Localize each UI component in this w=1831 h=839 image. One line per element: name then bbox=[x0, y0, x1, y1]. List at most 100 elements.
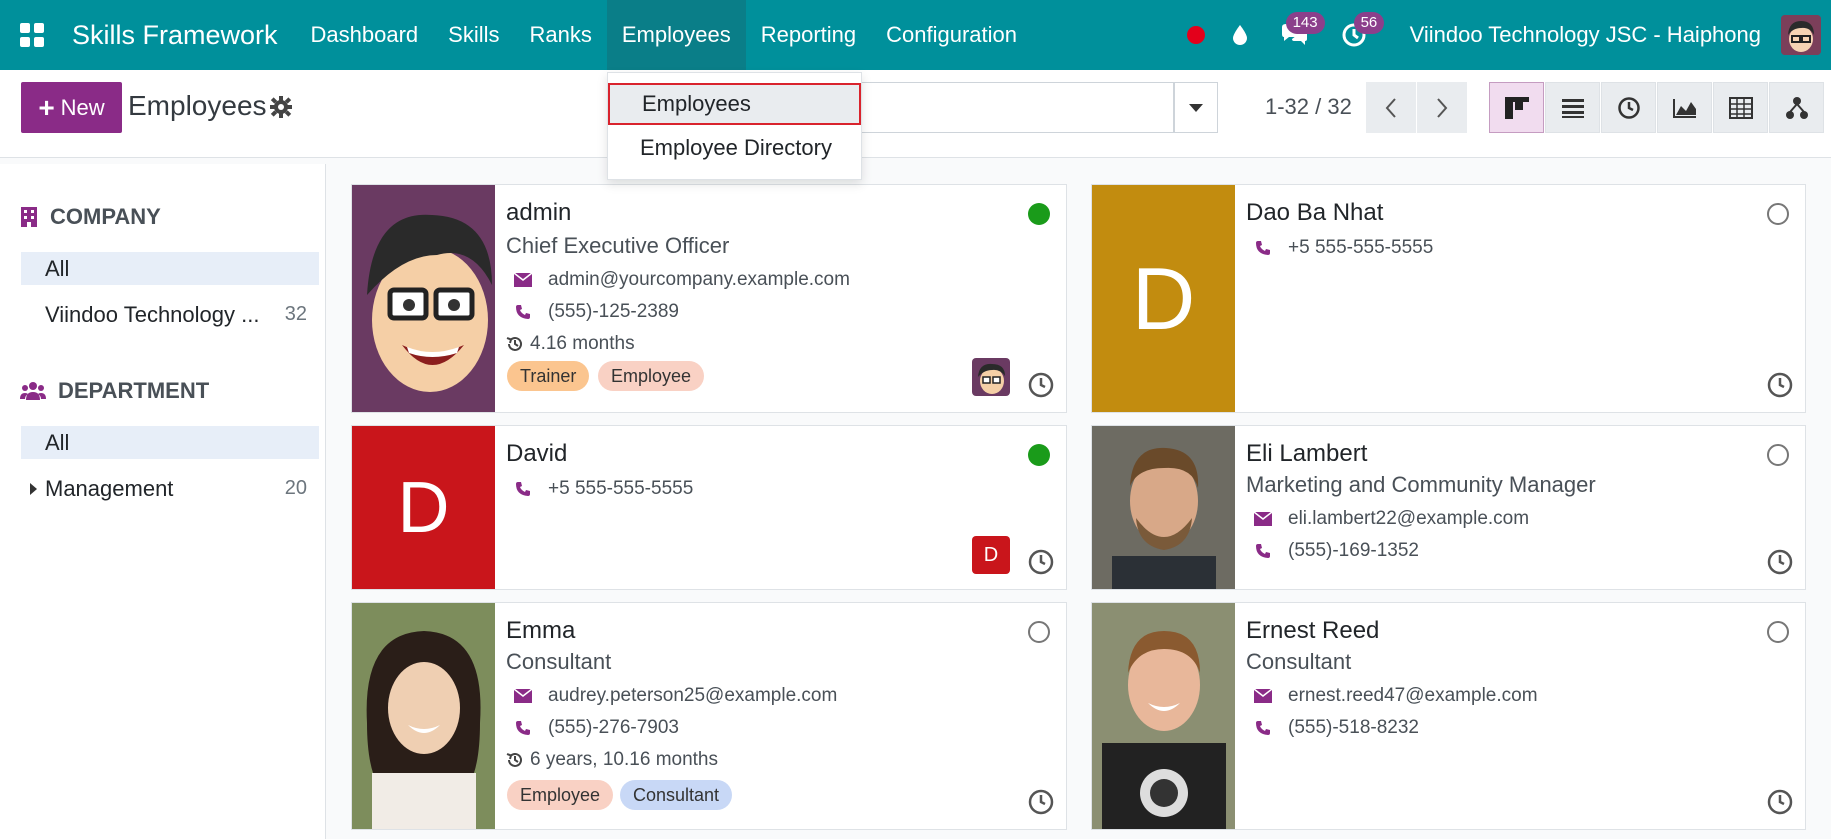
gear-icon[interactable] bbox=[268, 94, 294, 120]
drop-icon[interactable] bbox=[1218, 0, 1262, 70]
activity-clock-icon[interactable] bbox=[1767, 372, 1793, 398]
employee-card-emma[interactable]: Emma Consultant audrey.peterson25@exampl… bbox=[351, 602, 1067, 830]
activity-view-button[interactable] bbox=[1601, 82, 1656, 133]
presence-online-icon bbox=[1028, 203, 1050, 225]
menu-reporting[interactable]: Reporting bbox=[746, 0, 871, 70]
chevron-down-icon bbox=[1189, 103, 1203, 112]
manager-avatar[interactable] bbox=[972, 358, 1010, 396]
menu-dashboard[interactable]: Dashboard bbox=[296, 0, 434, 70]
employee-phone[interactable]: (555)-169-1352 bbox=[1288, 540, 1419, 562]
tag-trainer: Trainer bbox=[507, 361, 590, 391]
building-icon bbox=[21, 207, 37, 227]
pager-value[interactable]: 1-32 / 32 bbox=[1265, 94, 1352, 120]
employee-name: Dao Ba Nhat bbox=[1246, 199, 1384, 226]
employee-job-title: Consultant bbox=[1246, 649, 1352, 674]
employee-phone[interactable]: (555)-125-2389 bbox=[548, 301, 679, 323]
kanban-view-button[interactable] bbox=[1489, 82, 1544, 133]
list-view-button[interactable] bbox=[1545, 82, 1600, 133]
company-item-viindoo-count: 32 bbox=[284, 303, 307, 325]
dropdown-item-employees[interactable]: Employees bbox=[608, 83, 861, 125]
activity-clock-icon[interactable] bbox=[1028, 789, 1054, 815]
employee-phone-line: (555)-276-7903 bbox=[506, 717, 679, 739]
caret-right-icon[interactable] bbox=[30, 482, 37, 495]
employee-phone[interactable]: (555)-276-7903 bbox=[548, 717, 679, 739]
app-brand[interactable]: Skills Framework bbox=[72, 20, 278, 51]
company-item-viindoo-label: Viindoo Technology ... bbox=[45, 301, 260, 327]
activity-clock-icon[interactable] bbox=[1028, 372, 1054, 398]
pager-previous-button[interactable] bbox=[1366, 82, 1416, 133]
employee-email[interactable]: eli.lambert22@example.com bbox=[1288, 508, 1529, 530]
menu-configuration[interactable]: Configuration bbox=[871, 0, 1032, 70]
area-chart-icon bbox=[1672, 98, 1696, 118]
department-item-management[interactable]: Management 20 bbox=[21, 472, 319, 505]
employee-card-dao-ba-nhat[interactable]: D Dao Ba Nhat +5 555-555-5555 bbox=[1091, 184, 1806, 413]
history-icon bbox=[506, 335, 524, 353]
chevron-right-icon bbox=[1437, 97, 1448, 118]
employee-name: David bbox=[506, 440, 568, 467]
company-item-all[interactable]: All bbox=[21, 252, 319, 285]
dropdown-item-employee-directory[interactable]: Employee Directory bbox=[608, 127, 863, 169]
employee-photo bbox=[1092, 603, 1235, 829]
employee-card-admin[interactable]: admin Chief Executive Officer admin@your… bbox=[351, 184, 1067, 413]
menu-skills[interactable]: Skills bbox=[433, 0, 514, 70]
employee-name: admin bbox=[506, 199, 572, 226]
employee-photo: D bbox=[1092, 185, 1235, 412]
search-input[interactable] bbox=[862, 82, 1174, 133]
employee-job-title: Chief Executive Officer bbox=[506, 233, 730, 258]
employee-phone[interactable]: +5 555-555-5555 bbox=[1288, 237, 1433, 259]
company-header-label: COMPANY bbox=[50, 204, 161, 229]
activity-clock-icon[interactable] bbox=[1767, 789, 1793, 815]
control-panel: + New Employees 1-32 / 32 bbox=[0, 70, 1831, 158]
graph-view-button[interactable] bbox=[1657, 82, 1712, 133]
presence-offline-icon bbox=[1028, 621, 1050, 643]
company-switcher[interactable]: Viindoo Technology JSC - Haiphong bbox=[1410, 22, 1761, 48]
employee-email[interactable]: audrey.peterson25@example.com bbox=[548, 685, 837, 707]
user-avatar[interactable] bbox=[1781, 15, 1821, 55]
employee-photo bbox=[352, 603, 495, 829]
department-item-all[interactable]: All bbox=[21, 426, 319, 459]
envelope-icon bbox=[1252, 689, 1274, 703]
hierarchy-icon bbox=[1785, 96, 1808, 119]
employee-phone[interactable]: (555)-518-8232 bbox=[1288, 717, 1419, 739]
messages-icon[interactable]: 143 bbox=[1262, 0, 1326, 70]
employee-seniority: 6 years, 10.16 months bbox=[530, 749, 718, 770]
company-item-viindoo[interactable]: Viindoo Technology ... 32 bbox=[21, 298, 319, 331]
recording-icon[interactable] bbox=[1174, 0, 1218, 70]
phone-icon bbox=[1252, 543, 1274, 559]
employee-seniority: 4.16 months bbox=[530, 333, 635, 354]
employee-email-line: eli.lambert22@example.com bbox=[1246, 508, 1529, 530]
hierarchy-view-button[interactable] bbox=[1769, 82, 1824, 133]
employee-email-line: ernest.reed47@example.com bbox=[1246, 685, 1538, 707]
pivot-view-button[interactable] bbox=[1713, 82, 1768, 133]
employee-card-eli-lambert[interactable]: Eli Lambert Marketing and Community Mana… bbox=[1091, 425, 1806, 590]
menu-employees[interactable]: Employees bbox=[606, 0, 746, 70]
activity-badge: 56 bbox=[1353, 12, 1385, 34]
menu-ranks[interactable]: Ranks bbox=[515, 0, 607, 70]
employee-email[interactable]: ernest.reed47@example.com bbox=[1288, 685, 1538, 707]
users-icon bbox=[20, 382, 46, 400]
new-button[interactable]: + New bbox=[21, 82, 122, 133]
top-navbar: Skills Framework Dashboard Skills Ranks … bbox=[0, 0, 1831, 70]
app-menu-icon[interactable] bbox=[0, 0, 64, 70]
employee-card-david[interactable]: D David +5 555-555-5555 D bbox=[351, 425, 1067, 590]
tag-employee: Employee bbox=[507, 780, 614, 810]
activity-clock-icon[interactable] bbox=[1028, 549, 1054, 575]
activity-icon[interactable]: 56 bbox=[1326, 0, 1385, 70]
employee-phone[interactable]: +5 555-555-5555 bbox=[548, 478, 693, 500]
activity-clock-icon[interactable] bbox=[1767, 549, 1793, 575]
chevron-left-icon bbox=[1385, 97, 1396, 118]
pager-next-button[interactable] bbox=[1417, 82, 1467, 133]
manager-avatar[interactable]: D bbox=[972, 536, 1010, 574]
employee-email[interactable]: admin@yourcompany.example.com bbox=[548, 269, 850, 291]
employee-photo: D bbox=[352, 426, 495, 589]
search-options-toggle[interactable] bbox=[1174, 82, 1218, 133]
search-panel: COMPANY All Viindoo Technology ... 32 DE… bbox=[0, 164, 326, 839]
presence-offline-icon bbox=[1767, 203, 1789, 225]
page-title[interactable]: Employees bbox=[128, 90, 267, 122]
company-header: COMPANY bbox=[20, 204, 161, 230]
employee-card-ernest-reed[interactable]: Ernest Reed Consultant ernest.reed47@exa… bbox=[1091, 602, 1806, 830]
list-icon bbox=[1561, 98, 1584, 118]
employee-name: Emma bbox=[506, 617, 576, 644]
employee-phone-line: +5 555-555-5555 bbox=[1246, 237, 1433, 259]
department-item-all-label: All bbox=[45, 429, 70, 455]
